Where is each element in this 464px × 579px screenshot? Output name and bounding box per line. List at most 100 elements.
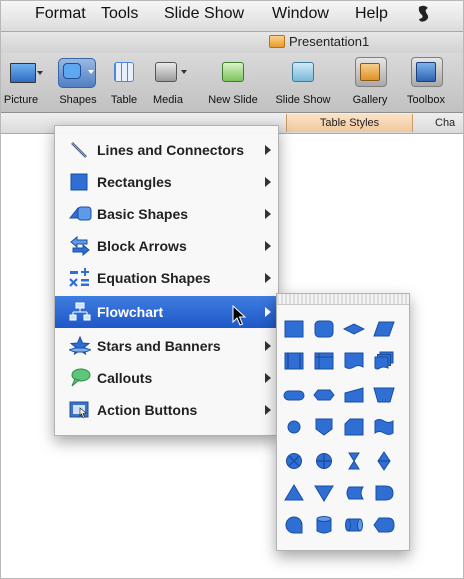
decision-shape-icon[interactable] [343,318,365,340]
menu-item-callouts[interactable]: Callouts [55,362,278,394]
delay-shape-icon[interactable] [373,482,395,504]
manual-input-shape-icon[interactable] [343,384,365,406]
ribbon-segment [13,113,31,134]
menu-item-stars-and-banners[interactable]: Stars and Banners [55,330,278,362]
toolbar-new-slide-button[interactable]: New Slide [201,53,265,112]
toolbar-shapes-button[interactable]: Shapes [55,53,101,112]
menu-window[interactable]: Window [272,5,329,23]
mouse-cursor-icon [232,305,247,326]
gallery-icon [360,63,380,81]
window-title-bar [1,32,463,53]
submenu-arrow-icon [265,341,271,351]
process-shape-icon[interactable] [283,318,305,340]
direct-access-storage-shape-icon[interactable] [343,514,365,536]
toolbar-toolbox-label: Toolbox [407,94,445,106]
toolbar-media-button[interactable]: Media [148,53,188,112]
toolbar-shapes-label: Shapes [59,94,97,106]
menu-item-label: Equation Shapes [97,270,211,286]
menu-item-block-arrows[interactable]: Block Arrows [55,230,278,262]
preparation-shape-icon[interactable] [313,384,335,406]
action-button-icon [69,400,89,420]
toolbar-new-slide-label: New Slide [208,94,258,106]
toolbar-toolbox-button[interactable]: Toolbox [398,53,454,112]
sort-shape-icon[interactable] [373,450,395,472]
media-icon [155,62,177,82]
submenu-arrow-icon [265,373,271,383]
internal-storage-shape-icon[interactable] [313,350,335,372]
predefined-process-shape-icon[interactable] [283,350,305,372]
submenu-arrow-icon [265,177,271,187]
submenu-grip [277,294,409,305]
toolbox-icon [416,62,436,82]
multidocument-shape-icon[interactable] [373,350,395,372]
toolbar-slide-show-button[interactable]: Slide Show [268,53,338,112]
callout-icon [69,368,91,388]
menu-item-label: Lines and Connectors [97,142,245,158]
menu-item-basic-shapes[interactable]: Basic Shapes [55,198,278,230]
toolbar-gallery-label: Gallery [352,94,388,106]
submenu-arrow-icon [265,241,271,251]
alternate-process-shape-icon[interactable] [313,318,335,340]
toolbar-picture-button[interactable]: Picture [1,53,47,112]
menu-item-action-buttons[interactable]: Action Buttons [55,394,278,426]
summing-junction-shape-icon[interactable] [283,450,305,472]
star-icon [67,335,93,356]
display-shape-icon[interactable] [373,514,395,536]
menu-bar: Format Tools Slide Show Window Help [1,1,463,32]
flowchart-icon [69,302,91,322]
tab-charts-partial[interactable]: Cha [435,114,455,132]
block-arrow-icon [69,235,90,257]
shapes-menu: Lines and Connectors Rectangles Basic Sh… [54,125,279,436]
picture-icon [10,63,36,83]
menu-item-label: Callouts [97,370,153,386]
menu-help[interactable]: Help [355,5,388,23]
punched-tape-shape-icon[interactable] [373,416,395,438]
app-window: Format Tools Slide Show Window Help Pres… [0,0,464,579]
shapes-icon [63,63,81,79]
line-icon [69,140,89,160]
stored-data-shape-icon[interactable] [343,482,365,504]
toolbar-gallery-button[interactable]: Gallery [345,53,395,112]
collate-shape-icon[interactable] [343,450,365,472]
menu-tools[interactable]: Tools [101,5,138,23]
menu-item-label: Rectangles [97,174,172,190]
manual-operation-shape-icon[interactable] [373,384,395,406]
document-shape-icon[interactable] [343,350,365,372]
offpage-connector-shape-icon[interactable] [313,416,335,438]
menu-item-lines-and-connectors[interactable]: Lines and Connectors [55,134,278,166]
tab-table-styles[interactable]: Table Styles [286,114,413,132]
menu-item-rectangles[interactable]: Rectangles [55,166,278,198]
menu-item-equation-shapes[interactable]: Equation Shapes [55,262,278,294]
menu-item-label: Action Buttons [97,402,198,418]
picture-dropdown-icon [37,71,43,75]
equation-icon [69,268,89,288]
menu-slide-show[interactable]: Slide Show [164,5,244,23]
terminator-shape-icon[interactable] [283,384,305,406]
magnetic-disk-shape-icon[interactable] [313,514,335,536]
menu-format[interactable]: Format [35,5,86,23]
menu-item-label: Flowchart [97,304,164,320]
slide-show-icon [292,62,314,82]
toolbar-media-label: Media [153,94,183,106]
menu-item-label: Block Arrows [97,238,187,254]
sequential-access-storage-shape-icon[interactable] [283,514,305,536]
toolbar-table-button[interactable]: Table [106,53,142,112]
script-menu-icon[interactable] [415,4,433,29]
submenu-arrow-icon [265,273,271,283]
submenu-arrow-icon [265,145,271,155]
table-icon [114,62,134,82]
media-dropdown-icon [181,70,187,74]
menu-item-label: Basic Shapes [97,206,189,222]
rectangle-icon [69,172,89,192]
submenu-arrow-icon [265,209,271,219]
basic-shapes-icon [68,204,92,224]
toolbar-table-label: Table [110,94,138,106]
shapes-dropdown-icon [88,70,94,74]
data-shape-icon[interactable] [373,318,395,340]
extract-shape-icon[interactable] [283,482,305,504]
or-shape-icon[interactable] [313,450,335,472]
new-slide-icon [222,62,244,82]
connector-shape-icon[interactable] [283,416,305,438]
card-shape-icon[interactable] [343,416,365,438]
merge-shape-icon[interactable] [313,482,335,504]
